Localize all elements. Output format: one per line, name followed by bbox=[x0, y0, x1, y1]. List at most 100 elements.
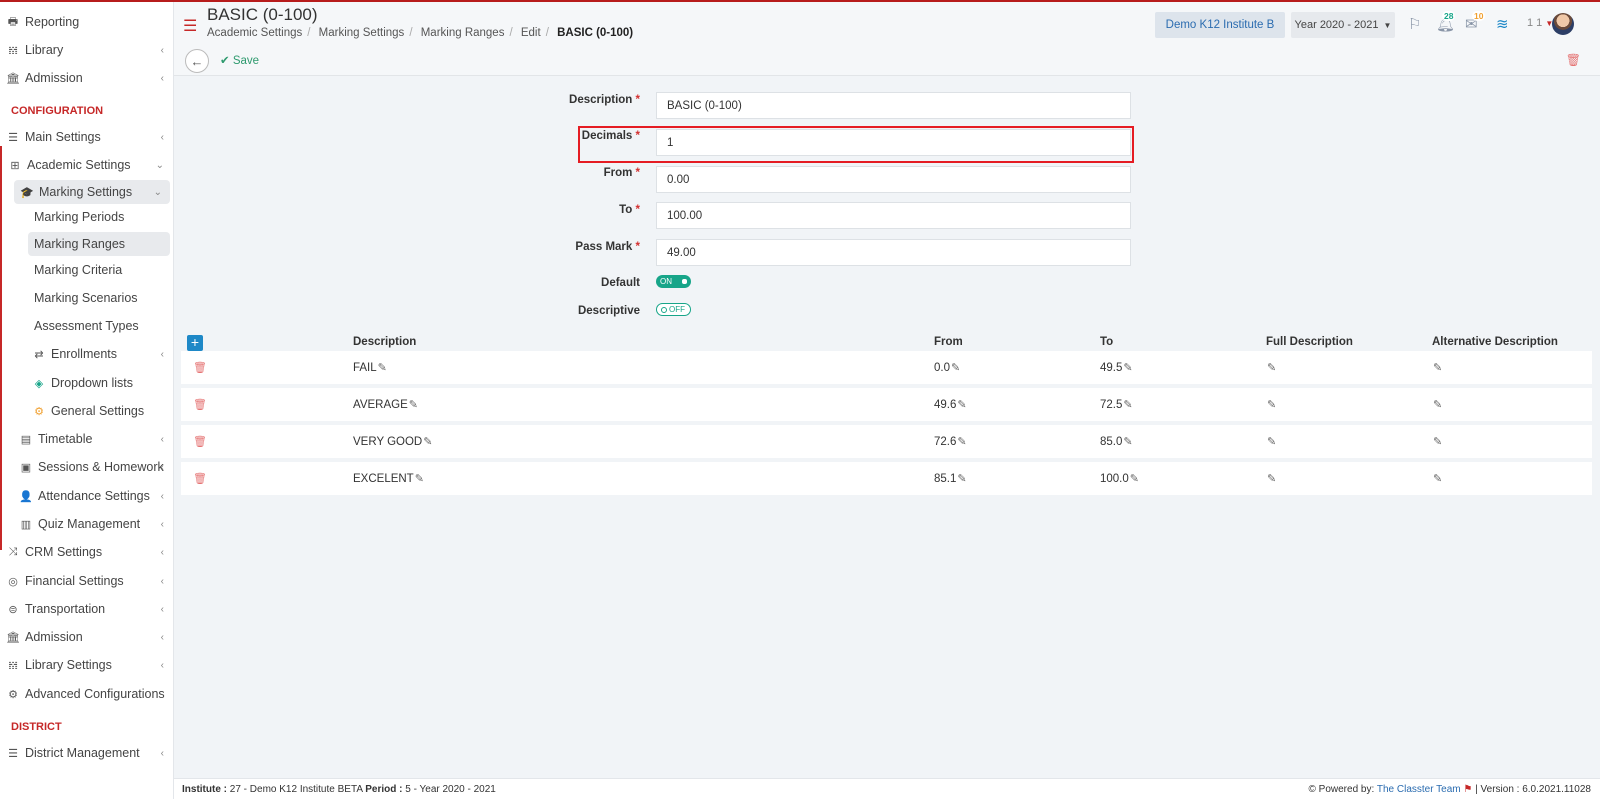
sidebar-item-main-settings[interactable]: ☰ Main Settings ‹ bbox=[0, 125, 172, 149]
breadcrumb-edit[interactable]: Edit bbox=[521, 27, 541, 39]
period-value: 5 - Year 2020 - 2021 bbox=[405, 784, 496, 795]
pencil-icon[interactable]: ✎ bbox=[957, 399, 966, 411]
page-title: BASIC (0-100) bbox=[207, 5, 318, 24]
pencil-icon[interactable]: ✎ bbox=[1123, 399, 1132, 411]
pencil-icon[interactable]: ✎ bbox=[1123, 436, 1132, 448]
pencil-icon[interactable]: ✎ bbox=[1267, 399, 1276, 411]
powered-by-label: Powered by: bbox=[1318, 784, 1375, 795]
required-marker: * bbox=[635, 94, 640, 106]
sidebar-item-admission[interactable]: 🏛 Admission ‹ bbox=[0, 66, 172, 90]
default-toggle[interactable]: ON bbox=[656, 275, 691, 288]
sidebar-item-marking-ranges[interactable]: Marking Ranges bbox=[28, 232, 170, 256]
coins-icon: ◎ bbox=[8, 575, 18, 588]
cell-alternative-description: ✎ bbox=[1432, 398, 1442, 411]
pencil-icon[interactable]: ✎ bbox=[957, 473, 966, 485]
add-row-button[interactable]: + bbox=[187, 335, 203, 351]
cogs-icon: ⚙ bbox=[8, 688, 18, 701]
pencil-icon[interactable]: ✎ bbox=[1433, 362, 1442, 374]
pencil-icon[interactable]: ✎ bbox=[951, 362, 960, 374]
pencil-icon[interactable]: ✎ bbox=[1267, 473, 1276, 485]
chevron-left-icon: ‹ bbox=[160, 461, 164, 473]
layers-icon[interactable]: ≋ bbox=[1496, 15, 1509, 33]
sidebar-item-reporting[interactable]: 🖶 Reporting bbox=[0, 10, 172, 34]
sidebar-item-crm-settings[interactable]: ⤨ CRM Settings ‹ bbox=[0, 540, 172, 564]
to-input[interactable] bbox=[656, 202, 1131, 229]
breadcrumb-marking-ranges[interactable]: Marking Ranges bbox=[421, 27, 505, 39]
pencil-icon[interactable]: ✎ bbox=[1433, 399, 1442, 411]
descriptive-toggle[interactable]: OFF bbox=[656, 303, 691, 316]
pencil-icon[interactable]: ✎ bbox=[1267, 362, 1276, 374]
sidebar-item-transportation[interactable]: ⊜ Transportation ‹ bbox=[0, 597, 172, 621]
sidebar-item-marking-scenarios[interactable]: Marking Scenarios bbox=[0, 286, 172, 310]
back-button[interactable]: ← bbox=[185, 49, 209, 73]
chevron-down-icon: ⌄ bbox=[155, 159, 164, 171]
sidebar-item-enrollments[interactable]: ⇄ Enrollments ‹ bbox=[0, 342, 172, 366]
delete-row-icon[interactable]: 🗑︎ bbox=[193, 398, 207, 411]
save-button[interactable]: ✔ Save bbox=[220, 53, 259, 67]
sidebar-item-sessions-homework[interactable]: ▣ Sessions & Homework ‹ bbox=[0, 455, 172, 479]
pencil-icon[interactable]: ✎ bbox=[957, 436, 966, 448]
cell-alternative-description: ✎ bbox=[1432, 472, 1442, 485]
sidebar-item-district-management[interactable]: ☰ District Management ‹ bbox=[0, 741, 172, 765]
sidebar-item-financial-settings[interactable]: ◎ Financial Settings ‹ bbox=[0, 569, 172, 593]
year-selector-label: Year 2020 - 2021 bbox=[1294, 19, 1379, 31]
breadcrumb-academic-settings[interactable]: Academic Settings bbox=[207, 27, 302, 39]
sidebar-item-assessment-types[interactable]: Assessment Types bbox=[0, 314, 172, 338]
sidebar-item-timetable[interactable]: ▤ Timetable ‹ bbox=[0, 427, 172, 451]
institute-selector[interactable]: Demo K12 Institute B bbox=[1155, 12, 1285, 38]
classter-team-link[interactable]: The Classter Team bbox=[1377, 784, 1461, 795]
notifications-badge: 28 bbox=[1442, 11, 1456, 21]
pencil-icon[interactable]: ✎ bbox=[1123, 362, 1132, 374]
pencil-icon[interactable]: ✎ bbox=[1267, 436, 1276, 448]
sidebar-item-library[interactable]: 𝍍 Library ‹ bbox=[0, 38, 172, 62]
menu-toggle-icon[interactable]: ☰ bbox=[183, 16, 197, 36]
sidebar-item-dropdown-lists[interactable]: ◈ Dropdown lists bbox=[0, 371, 172, 395]
delete-row-icon[interactable]: 🗑︎ bbox=[193, 435, 207, 448]
descriptive-label: Descriptive bbox=[577, 305, 640, 317]
pencil-icon[interactable]: ✎ bbox=[409, 399, 418, 411]
sidebar-item-label: Financial Settings bbox=[25, 574, 124, 588]
delete-row-icon[interactable]: 🗑︎ bbox=[193, 361, 207, 374]
sidebar-item-marking-criteria[interactable]: Marking Criteria bbox=[0, 258, 172, 282]
pencil-icon[interactable]: ✎ bbox=[378, 362, 387, 374]
sidebar-item-general-settings[interactable]: ⚙ General Settings bbox=[0, 399, 172, 423]
year-selector[interactable]: Year 2020 - 2021 ▼ bbox=[1291, 12, 1395, 38]
cell-description: FAIL✎ bbox=[353, 361, 387, 374]
sidebar-item-advanced-configurations[interactable]: ⚙ Advanced Configurations bbox=[0, 682, 172, 706]
sidebar-item-label: Admission bbox=[25, 630, 83, 644]
description-label: Description * bbox=[520, 94, 640, 106]
sidebar-item-label: Academic Settings bbox=[27, 158, 131, 172]
cell-from-text: 49.6 bbox=[934, 399, 957, 411]
avatar[interactable] bbox=[1552, 13, 1574, 35]
default-label: Default bbox=[601, 277, 640, 289]
sidebar: CONFIGURATION DISTRICT 🖶 Reporting 𝍍 Librar… bbox=[0, 2, 174, 799]
description-input[interactable] bbox=[656, 92, 1131, 119]
from-input[interactable] bbox=[656, 166, 1131, 193]
sidebar-item-label: Dropdown lists bbox=[51, 376, 133, 390]
pencil-icon[interactable]: ✎ bbox=[415, 473, 424, 485]
chevron-left-icon: ‹ bbox=[160, 44, 164, 56]
sidebar-item-academic-settings[interactable]: ⊞ Academic Settings ⌄ bbox=[0, 153, 172, 177]
sidebar-item-marking-periods[interactable]: Marking Periods bbox=[0, 205, 172, 229]
delete-row-icon[interactable]: 🗑︎ bbox=[193, 472, 207, 485]
cell-from-text: 72.6 bbox=[934, 436, 957, 448]
sidebar-item-label: Reporting bbox=[25, 15, 80, 29]
pencil-icon[interactable]: ✎ bbox=[1433, 436, 1442, 448]
sidebar-item-library-settings[interactable]: 𝍍 Library Settings ‹ bbox=[0, 653, 172, 677]
pencil-icon[interactable]: ✎ bbox=[423, 436, 432, 448]
sidebar-item-admission-2[interactable]: 🏛 Admission ‹ bbox=[0, 625, 172, 649]
pass-mark-input[interactable] bbox=[656, 239, 1131, 266]
pencil-icon[interactable]: ✎ bbox=[1433, 473, 1442, 485]
sidebar-item-label: Marking Scenarios bbox=[34, 291, 138, 305]
sidebar-item-label: Enrollments bbox=[51, 347, 117, 361]
sidebar-item-label: Assessment Types bbox=[34, 319, 139, 333]
delete-button[interactable]: 🗑︎ bbox=[1566, 53, 1581, 67]
required-marker: * bbox=[635, 167, 640, 179]
sidebar-item-attendance-settings[interactable]: 👤 Attendance Settings ‹ bbox=[0, 484, 172, 508]
flag-icon[interactable]: ⚐ bbox=[1408, 15, 1421, 33]
breadcrumb-marking-settings[interactable]: Marking Settings bbox=[319, 27, 405, 39]
user-name[interactable]: 1 1 ▼ bbox=[1527, 17, 1553, 29]
pencil-icon[interactable]: ✎ bbox=[1130, 473, 1139, 485]
sidebar-item-marking-settings[interactable]: 🎓 Marking Settings ⌄ bbox=[14, 180, 170, 204]
sidebar-item-quiz-management[interactable]: ▥ Quiz Management ‹ bbox=[0, 512, 172, 536]
